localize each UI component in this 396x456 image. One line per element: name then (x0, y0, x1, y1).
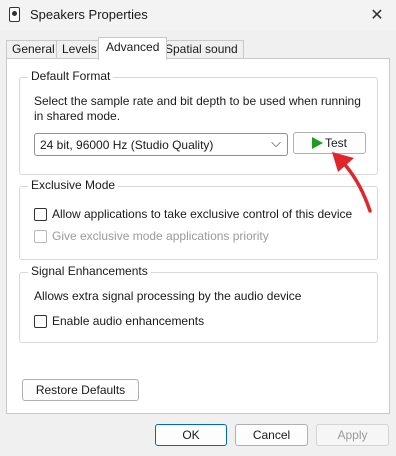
exclusive-mode-group: Exclusive Mode Allow applications to tak… (19, 178, 378, 260)
exclusive-mode-title: Exclusive Mode (28, 178, 119, 192)
tab-levels[interactable]: Levels (56, 40, 103, 59)
sample-rate-value: 24 bit, 96000 Hz (Studio Quality) (40, 138, 214, 152)
ok-button[interactable]: OK (155, 424, 227, 446)
tab-advanced[interactable]: Advanced (98, 37, 168, 60)
speaker-icon (9, 7, 20, 22)
signal-enhancements-title: Signal Enhancements (28, 264, 151, 278)
enable-enhancements-label: Enable audio enhancements (52, 314, 205, 328)
window-title: Speakers Properties (30, 7, 148, 22)
allow-exclusive-control-checkbox[interactable] (34, 207, 47, 221)
enable-enhancements-checkbox[interactable] (34, 314, 47, 328)
default-format-title: Default Format (28, 69, 114, 83)
allow-exclusive-control-label: Allow applications to take exclusive con… (52, 207, 353, 221)
default-format-description-line2: in shared mode. (34, 109, 121, 123)
enable-enhancements-option[interactable]: Enable audio enhancements (34, 314, 204, 328)
close-button[interactable]: ✕ (364, 2, 390, 28)
allow-exclusive-control-option[interactable]: Allow applications to take exclusive con… (34, 207, 352, 221)
tab-general[interactable]: General (6, 40, 61, 59)
test-button[interactable]: Test (293, 132, 366, 154)
tab-strip: General Levels Advanced Spatial sound (6, 37, 390, 60)
restore-defaults-button[interactable]: Restore Defaults (22, 379, 139, 401)
test-button-label: Test (324, 136, 347, 150)
cancel-button[interactable]: Cancel (235, 424, 308, 446)
signal-enhancements-description: Allows extra signal processing by the au… (34, 289, 302, 303)
tab-spatial-sound[interactable]: Spatial sound (159, 40, 244, 59)
tab-panel-advanced: Default Format Select the sample rate an… (6, 58, 390, 414)
title-bar: Speakers Properties ✕ (0, 0, 396, 30)
chevron-down-icon: ⌵ (271, 135, 281, 150)
exclusive-priority-checkbox (34, 229, 47, 243)
exclusive-priority-option: Give exclusive mode applications priorit… (34, 229, 269, 243)
sample-rate-select[interactable]: 24 bit, 96000 Hz (Studio Quality) ⌵ (34, 133, 288, 156)
default-format-description-line1: Select the sample rate and bit depth to … (34, 94, 361, 108)
apply-button[interactable]: Apply (316, 424, 389, 446)
default-format-group: Default Format Select the sample rate an… (19, 69, 378, 175)
play-icon (311, 137, 323, 149)
exclusive-priority-label: Give exclusive mode applications priorit… (52, 229, 269, 243)
signal-enhancements-group: Signal Enhancements Allows extra signal … (19, 264, 378, 343)
